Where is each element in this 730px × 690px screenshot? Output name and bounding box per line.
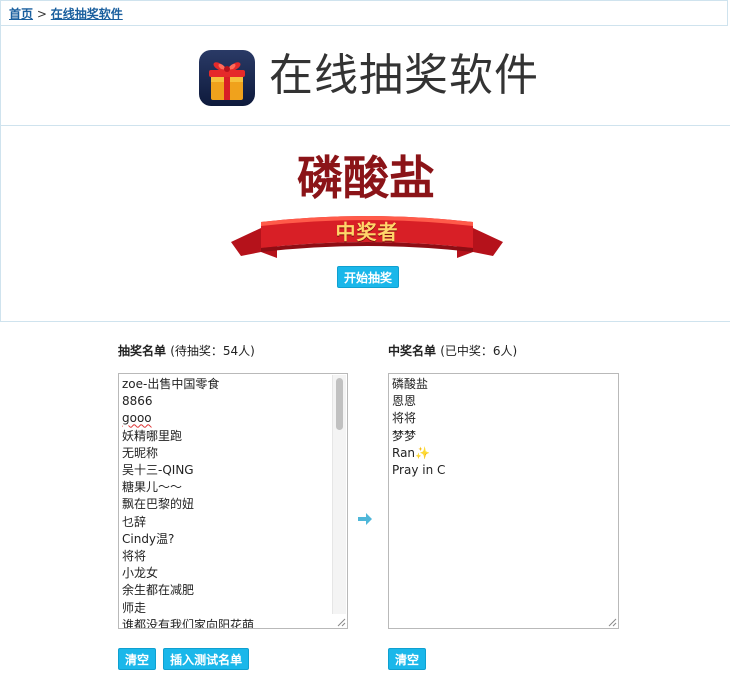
list-item: 恩恩: [392, 394, 417, 409]
insert-test-list-button[interactable]: 插入测试名单: [163, 648, 250, 670]
pool-actions: 清空 插入测试名单: [118, 648, 250, 670]
list-item: Pray in C: [392, 463, 446, 478]
gift-box-icon: [199, 50, 255, 106]
list-item: 乜辞: [122, 514, 147, 529]
list-item: 小龙女: [122, 566, 159, 581]
list-item: Ran✨: [392, 445, 430, 460]
winner-display: 磷酸盐 中奖者 开始抽奖: [0, 126, 730, 322]
list-item: 飘在巴黎的妞: [122, 497, 195, 512]
pool-textarea[interactable]: zoe-出售中国零食 8866 gooo 妖精哪里跑 无昵称 吴十三-QING …: [118, 373, 348, 629]
list-item: 8866: [122, 394, 153, 409]
list-item: 糖果儿～～: [122, 480, 183, 495]
breadcrumb-home-link[interactable]: 首页: [9, 7, 33, 21]
list-item: zoe-出售中国零食: [122, 377, 220, 391]
scroll-thumb[interactable]: [336, 378, 343, 430]
pool-scrollbar[interactable]: [332, 375, 346, 614]
pool-heading: 抽奖名单 (待抽奖：54人): [118, 342, 255, 359]
pool-list: zoe-出售中国零食 8866 gooo 妖精哪里跑 无昵称 吴十三-QING …: [122, 376, 344, 629]
breadcrumb-current-link[interactable]: 在线抽奖软件: [51, 7, 123, 21]
pool-clear-button[interactable]: 清空: [118, 648, 157, 670]
breadcrumb-separator: >: [36, 7, 47, 21]
resize-grip-icon[interactable]: [334, 615, 346, 627]
list-item: 余生都在减肥: [122, 583, 195, 598]
winners-title: 中奖名单: [388, 344, 437, 358]
resize-grip-icon[interactable]: [605, 615, 617, 627]
pool-title: 抽奖名单: [118, 344, 167, 358]
winner-name: 磷酸盐: [297, 151, 435, 205]
winner-ribbon: 中奖者: [231, 208, 503, 266]
page-header: 在线抽奖软件: [0, 26, 730, 126]
arrow-right-icon: [357, 511, 373, 527]
list-item: 无昵称: [122, 445, 159, 460]
winners-count: (已中奖：6人): [440, 344, 518, 358]
list-item: 将将: [122, 549, 147, 564]
list-item: 妖精哪里跑: [122, 428, 183, 443]
winners-clear-button[interactable]: 清空: [388, 648, 427, 670]
list-item: gooo: [122, 411, 152, 426]
list-item: 磷酸盐: [392, 377, 429, 391]
breadcrumb: 首页 > 在线抽奖软件: [0, 0, 728, 26]
list-item: 梦梦: [392, 428, 417, 443]
start-draw-button[interactable]: 开始抽奖: [337, 266, 400, 288]
list-item: 吴十三-QING: [122, 463, 194, 478]
winners-textarea[interactable]: 磷酸盐 恩恩 将将 梦梦 Ran✨ Pray in C: [388, 373, 619, 629]
list-item: 师走: [122, 600, 147, 615]
list-item: 谁都没有我们家向阳花萌: [122, 617, 255, 629]
list-item: 将将: [392, 411, 417, 426]
ribbon-label: 中奖者: [335, 220, 399, 244]
pool-count: (待抽奖：54人): [170, 344, 255, 358]
page-title: 在线抽奖软件: [269, 50, 539, 101]
winners-heading: 中奖名单 (已中奖：6人): [388, 342, 517, 359]
list-item: Cindy温?: [122, 531, 175, 546]
winners-actions: 清空: [388, 648, 427, 670]
winners-list: 磷酸盐 恩恩 将将 梦梦 Ran✨ Pray in C: [392, 376, 615, 479]
